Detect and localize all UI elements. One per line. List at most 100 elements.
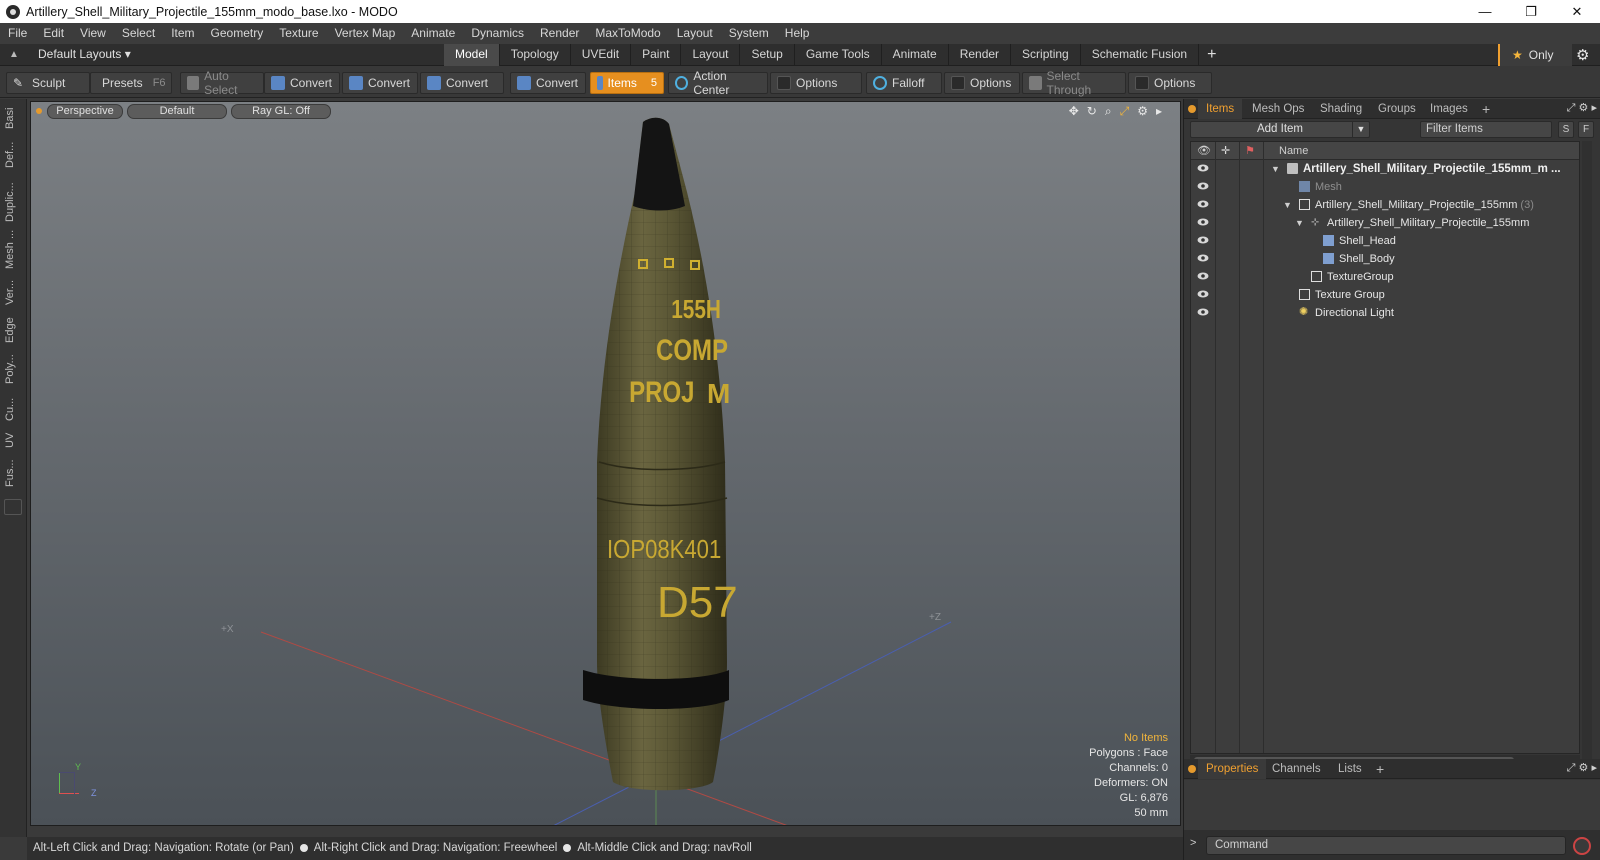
eye-icon[interactable] [1197, 217, 1209, 227]
panel-gear-icon[interactable]: ⚙ [1579, 102, 1589, 114]
menu-render[interactable]: Render [532, 23, 587, 44]
f-button[interactable]: F [1578, 121, 1594, 138]
eye-icon[interactable] [1197, 163, 1209, 173]
tab-game-tools[interactable]: Game Tools [795, 44, 882, 66]
add-tab-button[interactable]: + [1199, 44, 1224, 66]
tab-scripting[interactable]: Scripting [1011, 44, 1081, 66]
eye-icon[interactable] [1197, 307, 1209, 317]
expand-icon[interactable]: ⤢ [1567, 762, 1576, 774]
tab-model[interactable]: Model [444, 44, 500, 66]
eye-icon[interactable] [1197, 199, 1209, 209]
panel-menu-dot[interactable] [1188, 105, 1196, 113]
menu-geometry[interactable]: Geometry [203, 23, 272, 44]
tab-images[interactable]: Images [1422, 99, 1476, 119]
menu-maxtomodo[interactable]: MaxToModo [587, 23, 668, 44]
tree-row-directional-light[interactable]: ✺ Directional Light [1191, 304, 1579, 322]
fit-icon[interactable]: ⤢ [1120, 104, 1130, 119]
menu-edit[interactable]: Edit [35, 23, 72, 44]
only-toggle[interactable]: ★ Only [1498, 44, 1572, 66]
pan-icon[interactable]: ✥ [1069, 104, 1079, 119]
panel-menu-dot[interactable] [1188, 765, 1196, 773]
tab-shading[interactable]: Shading [1312, 99, 1370, 119]
menu-system[interactable]: System [721, 23, 777, 44]
panel-more-icon[interactable]: ▸ [1591, 762, 1597, 774]
tab-fusion[interactable]: Fus... [4, 455, 22, 491]
gear-icon[interactable]: ⚙ [1576, 46, 1589, 64]
add-panel-tab-button[interactable]: + [1474, 99, 1498, 119]
panel-more-icon[interactable]: ▸ [1591, 102, 1597, 114]
minimize-button[interactable]: — [1462, 0, 1508, 23]
menu-file[interactable]: File [0, 23, 35, 44]
menu-texture[interactable]: Texture [271, 23, 326, 44]
tab-layout[interactable]: Layout [681, 44, 741, 66]
menu-dynamics[interactable]: Dynamics [463, 23, 532, 44]
auto-select-button[interactable]: Auto Select [180, 69, 264, 97]
tab-animate[interactable]: Animate [882, 44, 949, 66]
restore-button[interactable]: ❐ [1508, 0, 1554, 23]
expand-triangle-icon[interactable]: ▼ [1283, 196, 1292, 214]
visibility-column-eye-icon[interactable]: 👁 [1197, 142, 1211, 160]
tab-mesh-ops[interactable]: Mesh Ops [1244, 99, 1312, 119]
expand-icon[interactable]: ⤢ [1567, 102, 1576, 114]
tree-row-texture-group[interactable]: Texture Group [1191, 286, 1579, 304]
ray-gl-button[interactable]: Ray GL: Off [231, 104, 331, 119]
tab-properties[interactable]: Properties [1198, 759, 1267, 779]
panel-gear-icon[interactable]: ⚙ [1579, 762, 1589, 774]
eye-icon[interactable] [1197, 235, 1209, 245]
tab-uv[interactable]: UV [4, 429, 22, 451]
falloff-button[interactable]: Falloff [866, 72, 942, 94]
name-column-header[interactable]: Name [1279, 142, 1308, 160]
3d-viewport[interactable]: 155H COMP PROJ M IOP08K401 D57 Perspecti… [30, 101, 1181, 826]
eye-icon[interactable] [1197, 271, 1209, 281]
convert-edge-button[interactable]: Convert [342, 72, 418, 94]
zoom-icon[interactable]: ⌕ [1105, 104, 1112, 119]
menu-select[interactable]: Select [114, 23, 163, 44]
tree-row-scene[interactable]: ▼ Artillery_Shell_Military_Projectile_15… [1191, 160, 1579, 178]
expand-triangle-icon[interactable]: ▼ [1271, 160, 1280, 178]
action-center-options-button[interactable]: Options [770, 72, 862, 94]
tab-lists[interactable]: Lists [1330, 759, 1370, 779]
eye-icon[interactable] [1197, 289, 1209, 299]
chevron-down-icon[interactable]: ▼ [1352, 122, 1369, 137]
convert-polygon-button[interactable]: Convert [420, 72, 504, 94]
eye-icon[interactable] [1197, 253, 1209, 263]
items-mode-button[interactable]: Items 5 [590, 72, 664, 94]
render-column-icon[interactable]: ⚑ [1245, 142, 1255, 160]
tab-schematic-fusion[interactable]: Schematic Fusion [1081, 44, 1200, 66]
tree-row-texturegroup[interactable]: TextureGroup [1191, 268, 1579, 286]
menu-view[interactable]: View [72, 23, 114, 44]
filter-items-input[interactable]: Filter Items [1420, 121, 1552, 138]
tab-items[interactable]: Items [1198, 99, 1243, 119]
add-panel-tab-button[interactable]: + [1368, 759, 1392, 779]
tab-groups[interactable]: Groups [1370, 99, 1424, 119]
tab-curve[interactable]: Cu... [4, 393, 22, 425]
tab-topology[interactable]: Topology [500, 44, 571, 66]
rotate-icon[interactable]: ↻ [1087, 104, 1097, 119]
convert-vertex-button[interactable]: Convert [264, 72, 340, 94]
s-button[interactable]: S [1558, 121, 1574, 138]
tab-toggle-button[interactable] [4, 499, 22, 515]
tab-render[interactable]: Render [949, 44, 1012, 66]
viewport-menu-dot[interactable] [36, 108, 42, 114]
tree-row-group[interactable]: ▼ Artillery_Shell_Military_Projectile_15… [1191, 196, 1579, 214]
sculpt-button[interactable]: ✎ Sculpt [6, 72, 90, 94]
tab-polygon[interactable]: Poly... [4, 349, 22, 389]
tab-setup[interactable]: Setup [740, 44, 795, 66]
tree-row-mesh[interactable]: Mesh [1191, 178, 1579, 196]
menu-animate[interactable]: Animate [403, 23, 463, 44]
perspective-view-button[interactable]: Perspective [47, 104, 123, 119]
add-item-button[interactable]: Add Item ▼ [1190, 121, 1370, 138]
menu-layout[interactable]: Layout [669, 23, 721, 44]
tree-row-shell-body[interactable]: Shell_Body [1191, 250, 1579, 268]
tab-edge[interactable]: Edge [4, 315, 22, 345]
action-center-button[interactable]: Action Center [668, 69, 768, 97]
menu-item[interactable]: Item [163, 23, 202, 44]
presets-button[interactable]: Presets F6 [90, 72, 172, 94]
select-through-options-button[interactable]: Options [1128, 72, 1212, 94]
lock-column-icon[interactable]: ✛ [1221, 142, 1230, 160]
tab-basic[interactable]: Basi [4, 105, 22, 131]
viewport-gear-icon[interactable]: ⚙ [1137, 104, 1148, 119]
menu-vertex-map[interactable]: Vertex Map [327, 23, 404, 44]
convert-material-button[interactable]: Convert [510, 72, 586, 94]
layout-collapse-icon[interactable]: ▲ [9, 49, 21, 61]
